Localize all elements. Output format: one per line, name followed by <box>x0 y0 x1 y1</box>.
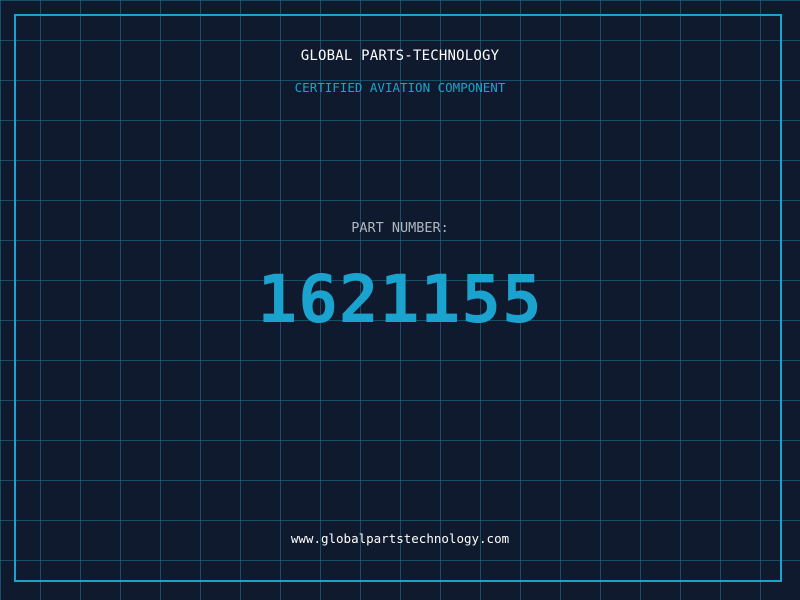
website-link[interactable]: www.globalpartstechnology.com <box>0 531 800 546</box>
part-label-card: GLOBAL PARTS-TECHNOLOGY CERTIFIED AVIATI… <box>0 0 800 600</box>
part-number-label: PART NUMBER: <box>351 220 449 236</box>
certification-subtitle: CERTIFIED AVIATION COMPONENT <box>294 80 506 95</box>
part-number-value: 1621155 <box>257 261 543 338</box>
brand-title: GLOBAL PARTS-TECHNOLOGY <box>300 48 500 64</box>
